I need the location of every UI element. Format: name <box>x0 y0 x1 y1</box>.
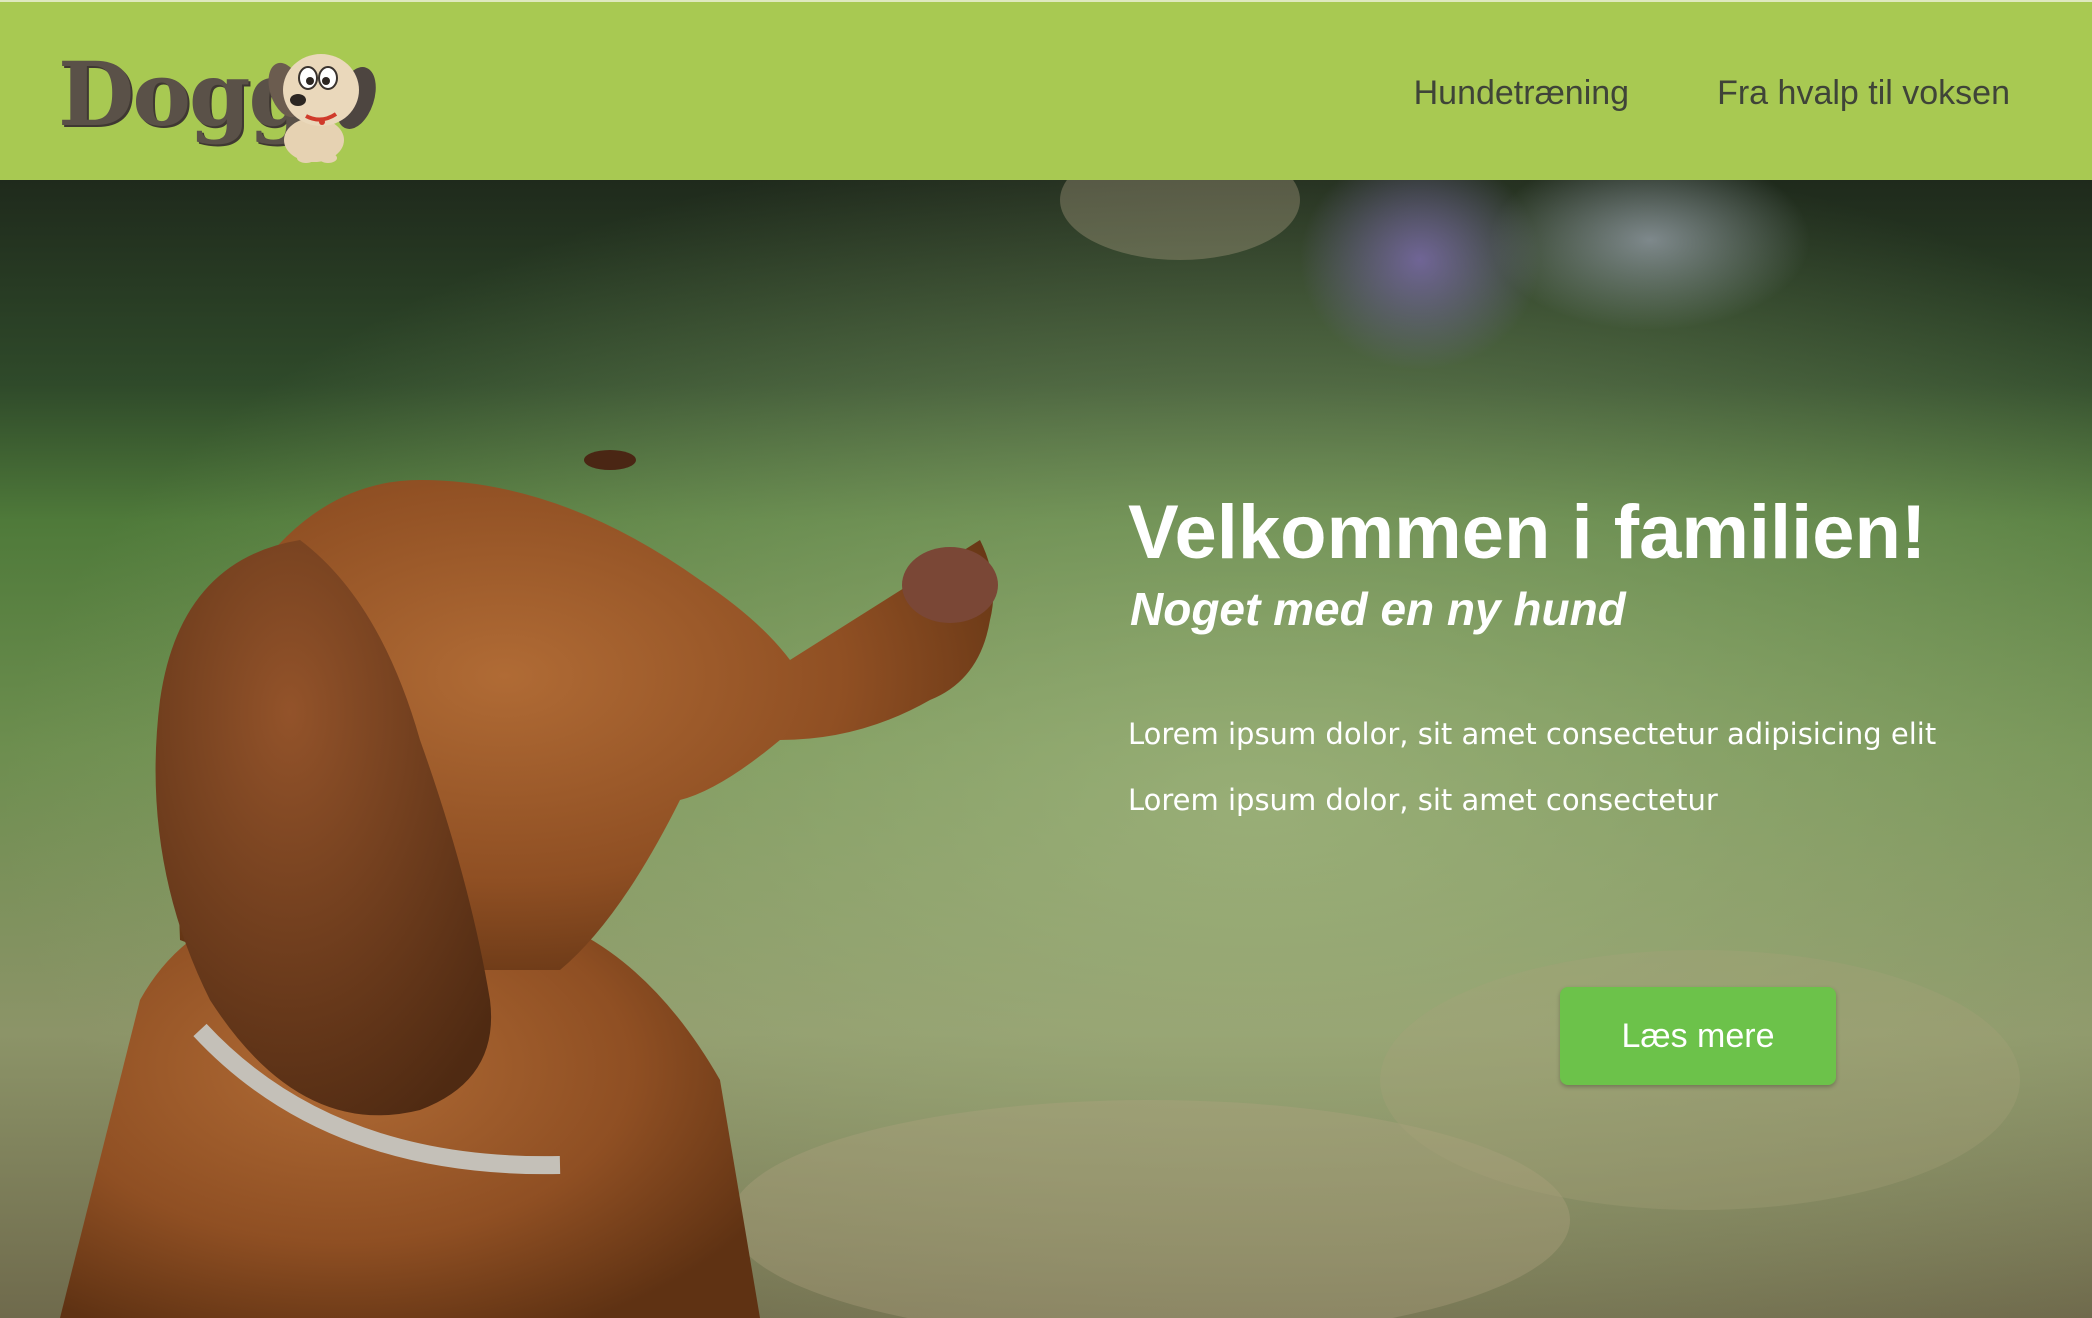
main-nav: Hundetræning Fra hvalp til voksen <box>1414 72 2010 114</box>
logo-link[interactable]: Dogg <box>58 42 378 164</box>
page: Dogg Hundetræning Fra hvalp til voksen V… <box>0 0 2092 1318</box>
hero-text-line-2: Lorem ipsum dolor, sit amet consectetur <box>1128 783 1718 817</box>
dog-mascot-icon <box>268 54 376 163</box>
site-header: Dogg Hundetræning Fra hvalp til voksen <box>0 0 2092 180</box>
hero-section: Velkommen i familien! Noget med en ny hu… <box>0 180 2092 1318</box>
read-more-button[interactable]: Læs mere <box>1560 987 1836 1085</box>
nav-link-fra-hvalp-til-voksen[interactable]: Fra hvalp til voksen <box>1717 72 2010 114</box>
nav-link-hundetraening[interactable]: Hundetræning <box>1414 72 1629 114</box>
hero-text-line-1: Lorem ipsum dolor, sit amet consectetur … <box>1128 717 1937 751</box>
hero-title: Velkommen i familien! <box>1128 490 1927 575</box>
hero-subtitle: Noget med en ny hund <box>1130 583 1626 635</box>
